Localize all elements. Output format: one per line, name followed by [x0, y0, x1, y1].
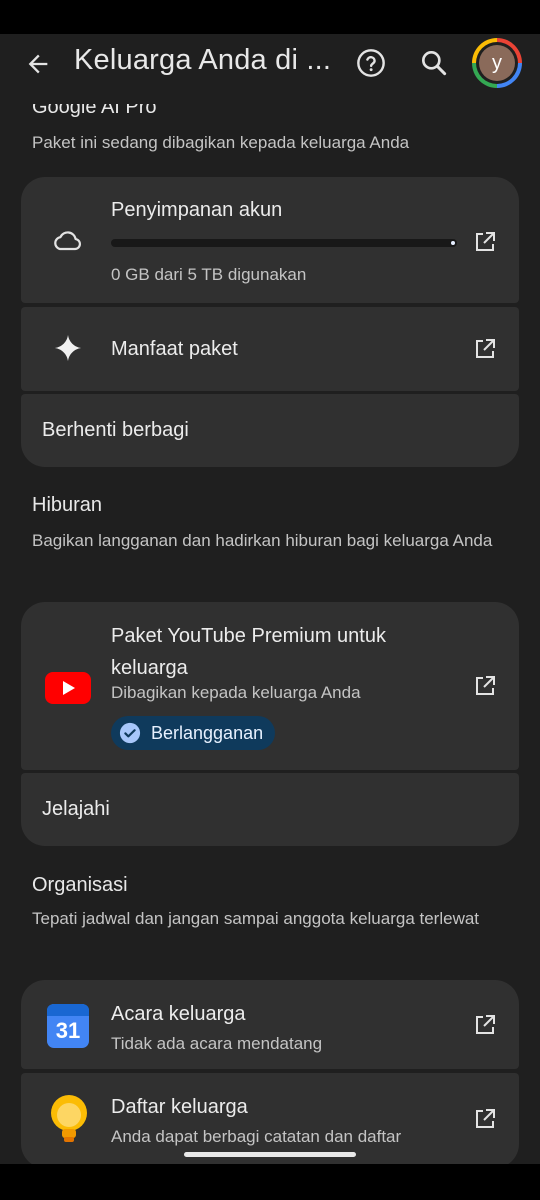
plan-benefits-card[interactable]: Manfaat paket	[21, 307, 519, 391]
check-circle-icon	[119, 722, 141, 744]
search-icon[interactable]	[418, 47, 450, 79]
benefits-label: Manfaat paket	[111, 338, 238, 360]
subscribed-chip: Berlangganan	[111, 716, 276, 750]
stop-sharing-label: Berhenti berbagi	[42, 419, 189, 441]
explore-button[interactable]: Jelajahi	[21, 773, 519, 846]
avatar-letter: y	[479, 45, 515, 81]
youtube-title: Paket YouTube Premium untuk keluarga	[111, 625, 386, 679]
status-bar	[0, 0, 540, 34]
entertainment-section-title: Hiburan	[32, 494, 103, 516]
list-subtitle: Anda dapat berbagi catatan dan daftar	[111, 1127, 402, 1146]
help-icon[interactable]	[355, 47, 387, 79]
calendar-day: 31	[56, 1018, 80, 1043]
calendar-icon: 31	[47, 1002, 89, 1053]
external-link-icon[interactable]	[473, 674, 497, 698]
stop-sharing-button[interactable]: Berhenti berbagi	[21, 394, 519, 467]
organization-section-title: Organisasi	[32, 874, 128, 896]
home-gesture-handle[interactable]	[184, 1152, 356, 1157]
family-events-card[interactable]: 31 Acara keluarga Tidak ada acara mendat…	[21, 980, 519, 1069]
main-content: Google AI Pro Paket ini sedang dibagikan…	[0, 104, 540, 1164]
explore-label: Jelajahi	[42, 798, 110, 820]
organization-section-desc: Tepati jadwal dan jangan sampai anggota …	[32, 909, 480, 928]
app-bar: Keluarga Anda di ... y	[0, 34, 540, 104]
external-link-icon[interactable]	[473, 230, 497, 254]
storage-progress-bar	[111, 239, 457, 247]
events-subtitle: Tidak ada acara mendatang	[111, 1034, 323, 1053]
family-list-card[interactable]: Daftar keluarga Anda dapat berbagi catat…	[21, 1073, 519, 1164]
sparkle-icon	[53, 333, 83, 368]
list-title: Daftar keluarga	[111, 1096, 248, 1118]
storage-title: Penyimpanan akun	[111, 199, 283, 221]
external-link-icon[interactable]	[473, 1013, 497, 1037]
back-arrow-icon[interactable]	[22, 48, 54, 80]
youtube-premium-card[interactable]: Paket YouTube Premium untuk keluarga Dib…	[21, 602, 519, 770]
storage-card[interactable]: Penyimpanan akun 0 GB dari 5 TB digunaka…	[21, 177, 519, 303]
plan-section-title: Google AI Pro	[32, 104, 157, 118]
account-avatar[interactable]: y	[472, 38, 522, 88]
events-title: Acara keluarga	[111, 1003, 246, 1025]
external-link-icon[interactable]	[473, 1107, 497, 1131]
plan-section-desc: Paket ini sedang dibagikan kepada keluar…	[32, 133, 410, 152]
external-link-icon[interactable]	[473, 337, 497, 361]
youtube-icon	[45, 672, 91, 709]
cloud-icon	[51, 229, 83, 258]
youtube-subtitle: Dibagikan kepada keluarga Anda	[111, 683, 361, 702]
lightbulb-icon	[49, 1093, 89, 1148]
storage-usage: 0 GB dari 5 TB digunakan	[111, 265, 307, 284]
page-title: Keluarga Anda di ...	[74, 44, 332, 76]
navigation-bar	[0, 1164, 540, 1200]
storage-progress-end	[451, 241, 455, 245]
subscribed-chip-label: Berlangganan	[151, 722, 264, 743]
entertainment-section-desc: Bagikan langganan dan hadirkan hiburan b…	[32, 531, 493, 550]
